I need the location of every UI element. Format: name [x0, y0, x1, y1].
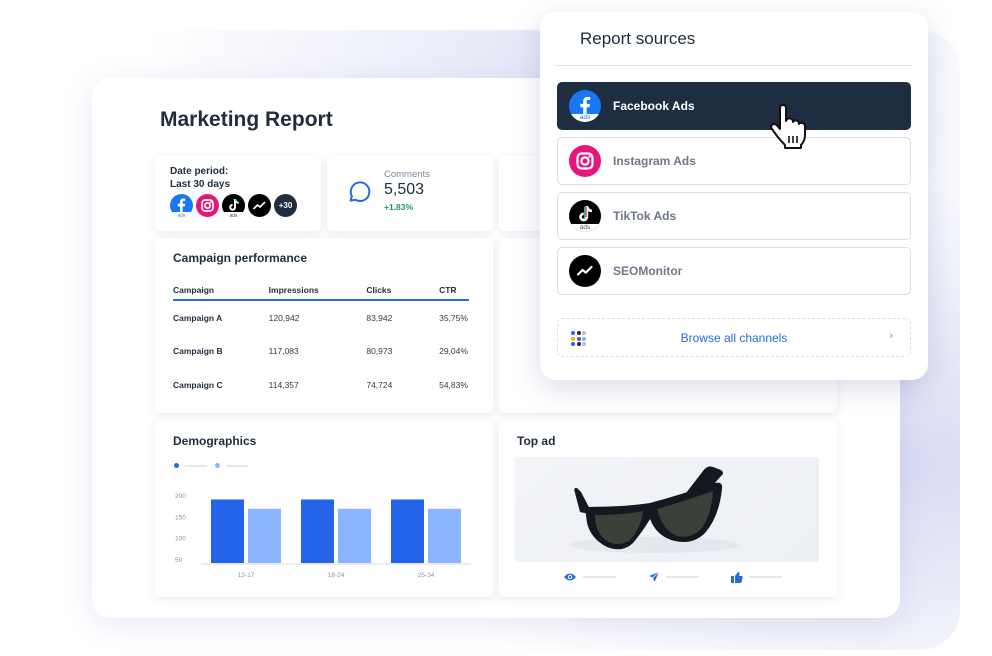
bar-18-24-2[interactable] [338, 508, 371, 563]
svg-text:ads: ads [178, 213, 186, 218]
tiktok-ads-icon: ads [569, 200, 601, 232]
source-item-instagram-ads[interactable]: Instagram Ads [557, 137, 911, 185]
kpi-value: 5,503 [384, 181, 425, 198]
y-tick-label: 100 [175, 536, 186, 543]
y-tick-label: 50 [175, 557, 183, 564]
column-header[interactable]: Campaign [173, 285, 269, 299]
cell-campaign: Campaign B [173, 346, 223, 357]
ad-stats [563, 571, 782, 583]
popup-title: Report sources [580, 29, 696, 48]
cell-campaign: Campaign C [173, 379, 223, 390]
campaign-table: Campaign Impressions Clicks CTR Campaign… [173, 285, 469, 402]
page-title: Marketing Report [160, 108, 333, 131]
campaign-performance-card: Campaign performance Campaign Impression… [155, 238, 493, 413]
x-tick-label: 18-24 [328, 572, 345, 579]
x-tick-label: 25-34 [418, 572, 435, 579]
bar-25-34-1[interactable] [391, 499, 424, 563]
seomonitor-icon [569, 255, 601, 287]
x-tick-label: 13-17 [238, 572, 255, 579]
speech-bubble-icon [349, 181, 371, 203]
popup-divider [555, 65, 913, 66]
comments-kpi-card[interactable]: Comments 5,503 +1.83% [327, 156, 493, 231]
card-title: Top ad [517, 434, 556, 448]
cell-ctr: 29,04% [439, 346, 468, 357]
sunglasses-product-photo[interactable] [515, 457, 819, 562]
cell-impressions: 117,083 [268, 346, 299, 357]
svg-text:ads: ads [230, 213, 238, 218]
ad-stat-likes [731, 571, 782, 583]
eye-icon [564, 573, 576, 581]
table-row[interactable]: Campaign A 120,942 83,942 35,75% [173, 301, 469, 335]
card-title: Campaign performance [173, 251, 308, 265]
demographics-card: Demographics 50 100 150 200 13-17 18-24 25-34 [155, 421, 493, 597]
column-header[interactable]: Impressions [269, 285, 367, 299]
browse-all-channels-label: Browse all channels [680, 330, 788, 345]
cell-campaign: Campaign A [173, 312, 223, 323]
source-label: SEOMonitor [613, 264, 683, 278]
bar-13-17-2[interactable] [248, 508, 281, 563]
facebook-ads-icon: ads [170, 194, 193, 217]
cell-clicks: 80,973 [366, 346, 393, 357]
source-label: Instagram Ads [613, 154, 696, 168]
demographics-bar-chart: 50 100 150 200 13-17 18-24 25-34 [175, 493, 471, 579]
ad-stat-views [563, 572, 616, 582]
cell-ctr: 35,75% [439, 312, 468, 323]
instagram-icon [569, 145, 601, 177]
cell-impressions: 114,357 [268, 379, 299, 390]
ad-stat-clicks [648, 571, 699, 583]
bar-13-17-1[interactable] [211, 499, 244, 563]
source-label: Facebook Ads [613, 99, 695, 113]
y-tick-label: 150 [175, 514, 186, 521]
hand-pointer-cursor-icon [770, 104, 806, 149]
kpi-delta: +1.83% [384, 202, 414, 212]
bar-18-24-1[interactable] [301, 499, 334, 563]
date-period-heading: Date period: [170, 166, 229, 177]
table-header: Campaign Impressions Clicks CTR [173, 285, 469, 301]
facebook-ads-icon: ads [569, 90, 601, 122]
cell-clicks: 83,942 [366, 312, 393, 323]
sunglasses-illustration [570, 466, 740, 553]
source-item-facebook-ads[interactable]: ads Facebook Ads [557, 82, 911, 130]
seomonitor-icon [248, 194, 271, 217]
top-ad-card: Top ad [499, 421, 837, 597]
bar-25-34-2[interactable] [428, 508, 461, 563]
ads-tag: ads [569, 114, 601, 122]
ad-stat-bar [666, 576, 699, 578]
kpi-label: Comments [384, 169, 430, 180]
cell-ctr: 54,83% [439, 379, 468, 390]
instagram-icon [196, 194, 219, 217]
source-item-tiktok-ads[interactable]: ads TikTok Ads [557, 192, 911, 240]
table-row[interactable]: Campaign C 114,357 74,724 54,83% [173, 368, 469, 402]
cell-impressions: 120,942 [268, 312, 300, 323]
source-icon-list: ads ads +30 [170, 194, 297, 217]
column-header[interactable]: Clicks [366, 285, 439, 299]
date-period-value: Last 30 days [170, 179, 231, 190]
source-label: TikTok Ads [613, 209, 677, 223]
ad-stat-bar [583, 576, 616, 578]
ad-stat-bar [749, 576, 782, 578]
table-row[interactable]: Campaign B 117,083 80,973 29,04% [173, 335, 469, 369]
cell-clicks: 74,724 [366, 379, 393, 390]
date-period-card[interactable]: Date period: Last 30 days ads ads +30 [155, 156, 321, 231]
column-header[interactable]: CTR [439, 285, 469, 299]
date-period-label: Date period: Last 30 days [170, 165, 230, 191]
browse-all-channels-button[interactable]: Browse all channels › [557, 318, 911, 357]
chevron-right-icon: › [889, 330, 893, 342]
source-item-seomonitor[interactable]: SEOMonitor [557, 247, 911, 295]
ads-tag: ads [569, 224, 601, 232]
tiktok-ads-icon: ads [222, 194, 245, 217]
more-sources-badge[interactable]: +30 [274, 194, 297, 217]
thumbs-up-icon [731, 571, 743, 583]
send-arrow-icon [649, 571, 660, 582]
report-sources-popup: Report sources ads Facebook Ads Instagra… [540, 12, 928, 380]
y-tick-label: 200 [175, 493, 186, 500]
